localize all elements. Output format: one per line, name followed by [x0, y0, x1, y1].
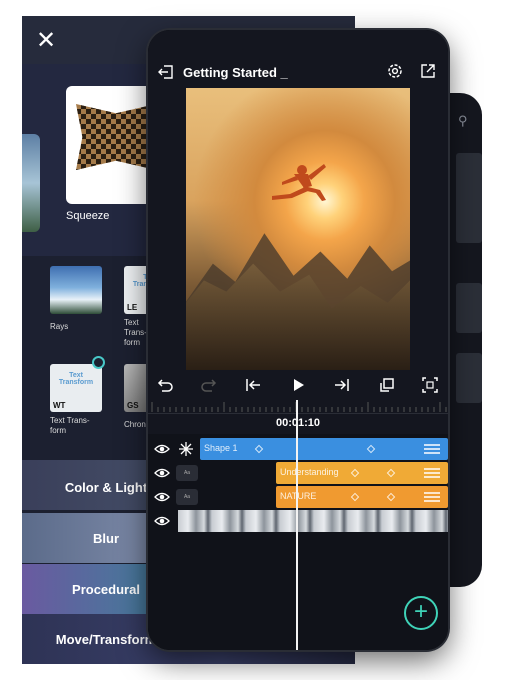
- clip-label: NATURE: [280, 491, 317, 501]
- keyframe-icon[interactable]: [386, 492, 396, 502]
- clip-bar[interactable]: Understanding: [276, 462, 448, 484]
- drag-handle-icon[interactable]: [424, 467, 440, 479]
- gear-icon[interactable]: [386, 62, 404, 80]
- effect-thumb-text: Text Transform: [58, 372, 94, 386]
- effect-thumbnail[interactable]: [22, 134, 40, 232]
- skip-end-icon[interactable]: [333, 376, 351, 394]
- ruler-ticks: [151, 402, 447, 412]
- featured-effect-label: Squeeze: [66, 210, 110, 222]
- export-icon[interactable]: [420, 63, 436, 79]
- skip-start-icon[interactable]: [244, 376, 262, 394]
- eye-icon[interactable]: [154, 489, 170, 505]
- keyframe-icon[interactable]: [386, 468, 396, 478]
- timecode: 00:01:10: [148, 417, 448, 429]
- clip-label: Shape 1: [204, 443, 238, 453]
- track-video[interactable]: [148, 510, 448, 532]
- editor-top: Getting Started _: [148, 30, 448, 370]
- add-button[interactable]: +: [404, 596, 438, 630]
- playback-controls: [148, 370, 448, 400]
- effect-code: GS: [127, 401, 139, 410]
- keyframe-icon[interactable]: [350, 468, 360, 478]
- track-understanding[interactable]: Aa Understanding: [148, 462, 448, 484]
- editor-phone: Getting Started _ Shape 1 Aa Understandi…: [148, 30, 448, 650]
- effect-text-transform-wt[interactable]: Text Transform WT: [50, 364, 102, 412]
- squeeze-preview: [76, 104, 156, 170]
- video-filmstrip[interactable]: [178, 510, 448, 532]
- video-preview[interactable]: [186, 88, 410, 370]
- redo-icon[interactable]: [200, 376, 218, 394]
- close-icon[interactable]: ✕: [36, 26, 56, 55]
- snowflake-icon: [179, 442, 193, 456]
- undo-icon[interactable]: [156, 376, 174, 394]
- keyframe-icon[interactable]: [350, 492, 360, 502]
- timeline-ruler[interactable]: [148, 400, 448, 414]
- track-nature[interactable]: Aa NATURE: [148, 486, 448, 508]
- duplicate-icon[interactable]: [378, 376, 396, 394]
- drag-handle-icon[interactable]: [424, 443, 440, 455]
- playhead[interactable]: [296, 400, 298, 650]
- media-thumbnail: [456, 283, 482, 333]
- effect-code: LE: [127, 303, 138, 312]
- effect-label: Rays: [50, 322, 69, 331]
- project-title[interactable]: Getting Started _: [183, 65, 288, 80]
- clip-bar[interactable]: NATURE: [276, 486, 448, 508]
- eye-icon[interactable]: [154, 513, 170, 529]
- play-icon[interactable]: [289, 376, 307, 394]
- clip-bar[interactable]: Shape 1: [200, 438, 448, 460]
- timecode-row: 00:01:10: [148, 414, 448, 434]
- keyframe-icon[interactable]: [254, 444, 264, 454]
- jumper-silhouette: [272, 164, 326, 201]
- track-shape[interactable]: Shape 1: [148, 438, 448, 460]
- effect-label: Chron: [124, 420, 146, 429]
- effect-code: WT: [53, 401, 66, 410]
- timeline-tracks: Shape 1 Aa Understanding Aa NATURE: [148, 434, 448, 650]
- eye-icon[interactable]: [154, 441, 170, 457]
- clip-label: Understanding: [280, 467, 339, 477]
- back-icon[interactable]: [158, 64, 174, 80]
- text-layer-icon: Aa: [176, 465, 198, 481]
- text-layer-icon: Aa: [176, 489, 198, 505]
- keyframe-icon[interactable]: [366, 444, 376, 454]
- effect-label: Text Trans- form: [50, 416, 90, 435]
- media-thumbnail: [456, 353, 482, 403]
- drag-handle-icon[interactable]: [424, 491, 440, 503]
- eye-icon[interactable]: [154, 465, 170, 481]
- crop-frame-icon[interactable]: [421, 376, 439, 394]
- media-thumbnail: [456, 153, 482, 243]
- effect-rays[interactable]: [50, 266, 102, 314]
- search-icon: ⚲: [458, 113, 468, 128]
- download-badge-icon: [92, 356, 105, 369]
